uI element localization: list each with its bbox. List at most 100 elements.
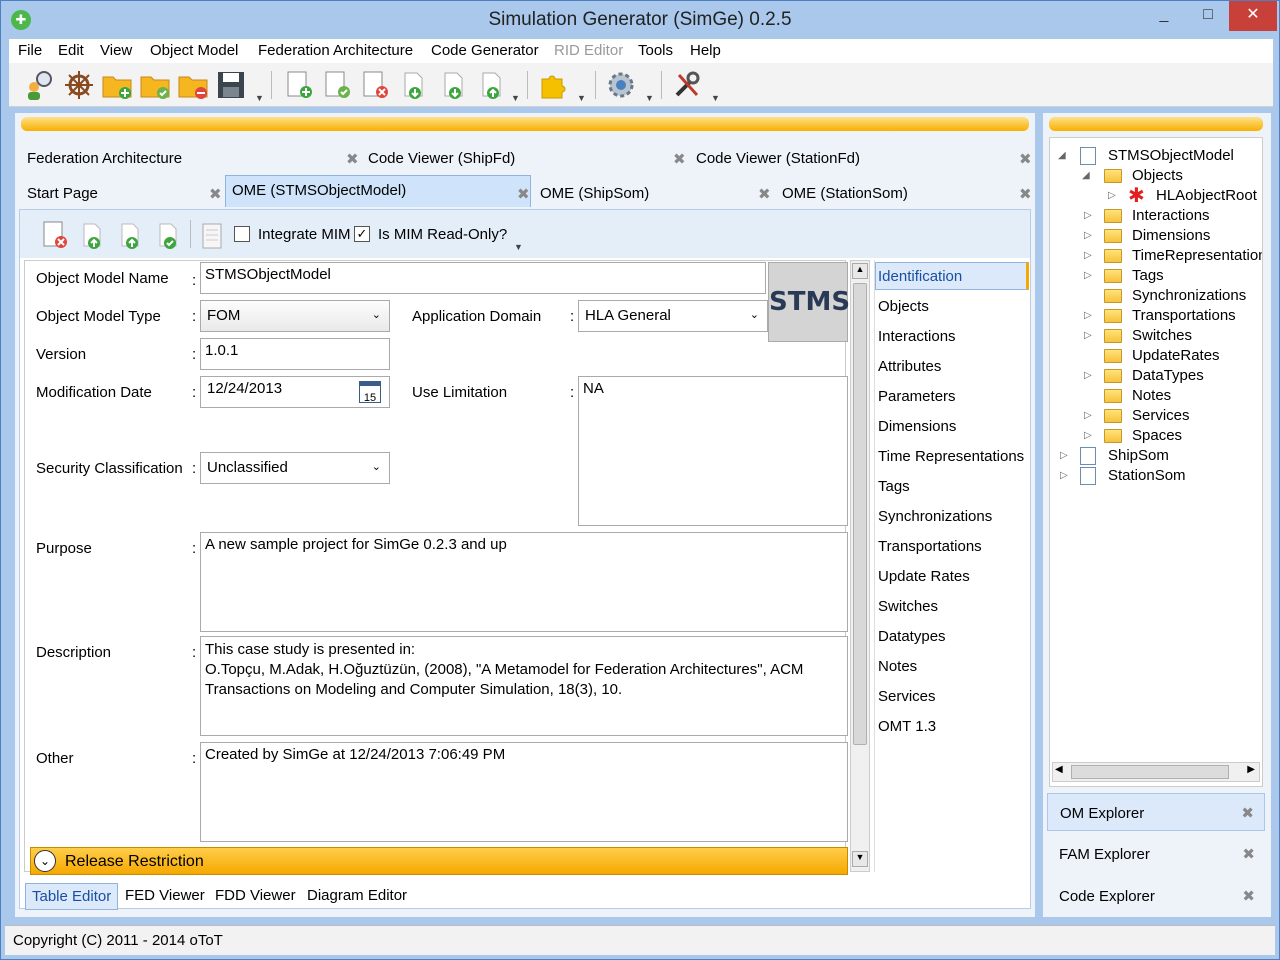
nav-attributes[interactable]: Attributes	[878, 358, 941, 375]
close-icon[interactable]: ✖	[1242, 845, 1255, 863]
connect-icon[interactable]	[23, 69, 55, 101]
tab-close-icon[interactable]: ✖	[209, 185, 222, 203]
tree-dimensions[interactable]: Dimensions	[1132, 227, 1210, 244]
description-field[interactable]: This case study is presented in: O.Topçu…	[200, 636, 848, 736]
menu-federation-architecture[interactable]: Federation Architecture	[258, 42, 413, 59]
expand-icon[interactable]: ▷	[1060, 470, 1068, 481]
nav-interactions[interactable]: Interactions	[878, 328, 956, 345]
close-icon[interactable]: ✖	[1242, 887, 1255, 905]
scrollbar-thumb[interactable]	[853, 283, 867, 745]
expand-icon[interactable]: ▷	[1084, 410, 1092, 421]
menu-view[interactable]: View	[100, 42, 132, 59]
collapse-icon[interactable]: ◢	[1058, 150, 1066, 161]
nav-dimensions[interactable]: Dimensions	[878, 418, 956, 435]
menu-object-model[interactable]: Object Model	[150, 42, 238, 59]
calendar-icon[interactable]: 15	[359, 381, 381, 404]
chevron-down-icon[interactable]: ⌄	[34, 850, 56, 872]
expand-icon[interactable]: ▷	[1108, 190, 1116, 201]
tree-updaterates[interactable]: UpdateRates	[1132, 347, 1220, 364]
modification-date-field[interactable]: 12/24/2013 15	[200, 376, 390, 408]
scroll-down-icon[interactable]: ▼	[852, 851, 868, 867]
validate-icon[interactable]	[154, 222, 182, 250]
nav-omt-1-3[interactable]: OMT 1.3	[878, 718, 936, 735]
menu-edit[interactable]: Edit	[58, 42, 84, 59]
tree-root-stmsobjectmodel[interactable]: STMSObjectModel	[1108, 147, 1234, 164]
use-limitation-field[interactable]: NA	[578, 376, 848, 526]
new-folder-icon[interactable]	[101, 69, 133, 101]
nav-objects[interactable]: Objects	[878, 298, 929, 315]
nav-tags[interactable]: Tags	[878, 478, 910, 495]
tree-notes[interactable]: Notes	[1132, 387, 1171, 404]
close-folder-icon[interactable]	[177, 69, 209, 101]
scroll-right-icon[interactable]: ▶	[1247, 764, 1255, 775]
tab-close-icon[interactable]: ✖	[517, 185, 530, 203]
editor-toolbar-dropdown-icon[interactable]: ▼	[514, 242, 523, 252]
nav-synchronizations[interactable]: Synchronizations	[878, 508, 992, 525]
tree-stationsom[interactable]: StationSom	[1108, 467, 1186, 484]
minimize-button[interactable]: _	[1141, 1, 1187, 31]
tree-timerepresentation[interactable]: TimeRepresentation	[1132, 247, 1262, 264]
tab-close-icon[interactable]: ✖	[346, 150, 359, 168]
expand-icon[interactable]: ▷	[1084, 250, 1092, 261]
tab-ome-shipsom[interactable]: OME (ShipSom)	[534, 179, 764, 209]
tree-synchronizations[interactable]: Synchronizations	[1132, 287, 1246, 304]
tab-federation-architecture[interactable]: Federation Architecture	[21, 144, 359, 174]
expand-icon[interactable]: ▷	[1084, 210, 1092, 221]
tab-fed-viewer[interactable]: FED Viewer	[119, 883, 211, 908]
nav-switches[interactable]: Switches	[878, 598, 938, 615]
delete-document-icon[interactable]	[359, 69, 391, 101]
other-field[interactable]: Created by SimGe at 12/24/2013 7:06:49 P…	[200, 742, 848, 842]
collapse-icon[interactable]: ◢	[1082, 170, 1090, 181]
upload-icon[interactable]	[116, 222, 144, 250]
tree-tags[interactable]: Tags	[1132, 267, 1164, 284]
tree-services[interactable]: Services	[1132, 407, 1190, 424]
nav-time-representations[interactable]: Time Representations	[878, 448, 1024, 465]
toolbar-dropdown-icon[interactable]: ▼	[645, 93, 654, 103]
scroll-up-icon[interactable]: ▲	[852, 263, 868, 279]
toolbar-dropdown-icon[interactable]: ▼	[711, 93, 720, 103]
nav-datatypes[interactable]: Datatypes	[878, 628, 946, 645]
tree-interactions[interactable]: Interactions	[1132, 207, 1210, 224]
purpose-field[interactable]: A new sample project for SimGe 0.2.3 and…	[200, 532, 848, 632]
tab-close-icon[interactable]: ✖	[673, 150, 686, 168]
tree-hscrollbar[interactable]: ◀ ▶	[1052, 762, 1260, 782]
notes-icon[interactable]	[200, 222, 224, 250]
expand-icon[interactable]: ▷	[1084, 430, 1092, 441]
tree-datatypes[interactable]: DataTypes	[1132, 367, 1204, 384]
tab-code-viewer-stationfd[interactable]: Code Viewer (StationFd)	[690, 144, 1020, 174]
integrate-mim-checkbox[interactable]	[234, 226, 250, 242]
close-button[interactable]: ✕	[1229, 1, 1277, 31]
tab-start-page[interactable]: Start Page	[21, 179, 221, 209]
tree-transportations[interactable]: Transportations	[1132, 307, 1236, 324]
toolbar-dropdown-icon[interactable]: ▼	[577, 93, 586, 103]
is-mim-readonly-checkbox[interactable]: ✓	[354, 226, 370, 242]
object-model-name-field[interactable]: STMSObjectModel	[200, 262, 766, 294]
puzzle-icon[interactable]	[537, 69, 569, 101]
tab-ome-stmsobjectmodel[interactable]: OME (STMSObjectModel)	[225, 175, 531, 207]
tab-close-icon[interactable]: ✖	[758, 185, 771, 203]
tab-ome-stationsom[interactable]: OME (StationSom)	[776, 179, 1026, 209]
toolbar-dropdown-icon[interactable]: ▼	[255, 93, 264, 103]
toolbar-dropdown-icon[interactable]: ▼	[511, 93, 520, 103]
tree-hlaobjectroot[interactable]: HLAobjectRoot	[1156, 187, 1257, 204]
tree-switches[interactable]: Switches	[1132, 327, 1192, 344]
tree-objects[interactable]: Objects	[1132, 167, 1183, 184]
tree-spaces[interactable]: Spaces	[1132, 427, 1182, 444]
version-field[interactable]: 1.0.1	[200, 338, 390, 370]
tab-fdd-viewer[interactable]: FDD Viewer	[209, 883, 302, 908]
release-restriction-expander[interactable]: ⌄ Release Restriction	[30, 847, 848, 875]
tools-icon[interactable]	[671, 69, 703, 101]
menu-rid-editor[interactable]: RID Editor	[554, 42, 623, 59]
download-document-icon[interactable]	[437, 69, 469, 101]
nav-identification[interactable]: Identification	[878, 268, 962, 285]
nav-update-rates[interactable]: Update Rates	[878, 568, 970, 585]
save-icon[interactable]	[215, 69, 247, 101]
scroll-left-icon[interactable]: ◀	[1055, 764, 1063, 775]
menu-file[interactable]: File	[18, 42, 42, 59]
open-document-icon[interactable]	[321, 69, 353, 101]
import-document-icon[interactable]	[397, 69, 429, 101]
menu-code-generator[interactable]: Code Generator	[431, 42, 539, 59]
security-classification-select[interactable]: Unclassified ⌄	[200, 452, 390, 484]
settings-gear-icon[interactable]	[605, 69, 637, 101]
code-explorer-tab[interactable]: Code Explorer ✖	[1047, 877, 1265, 915]
